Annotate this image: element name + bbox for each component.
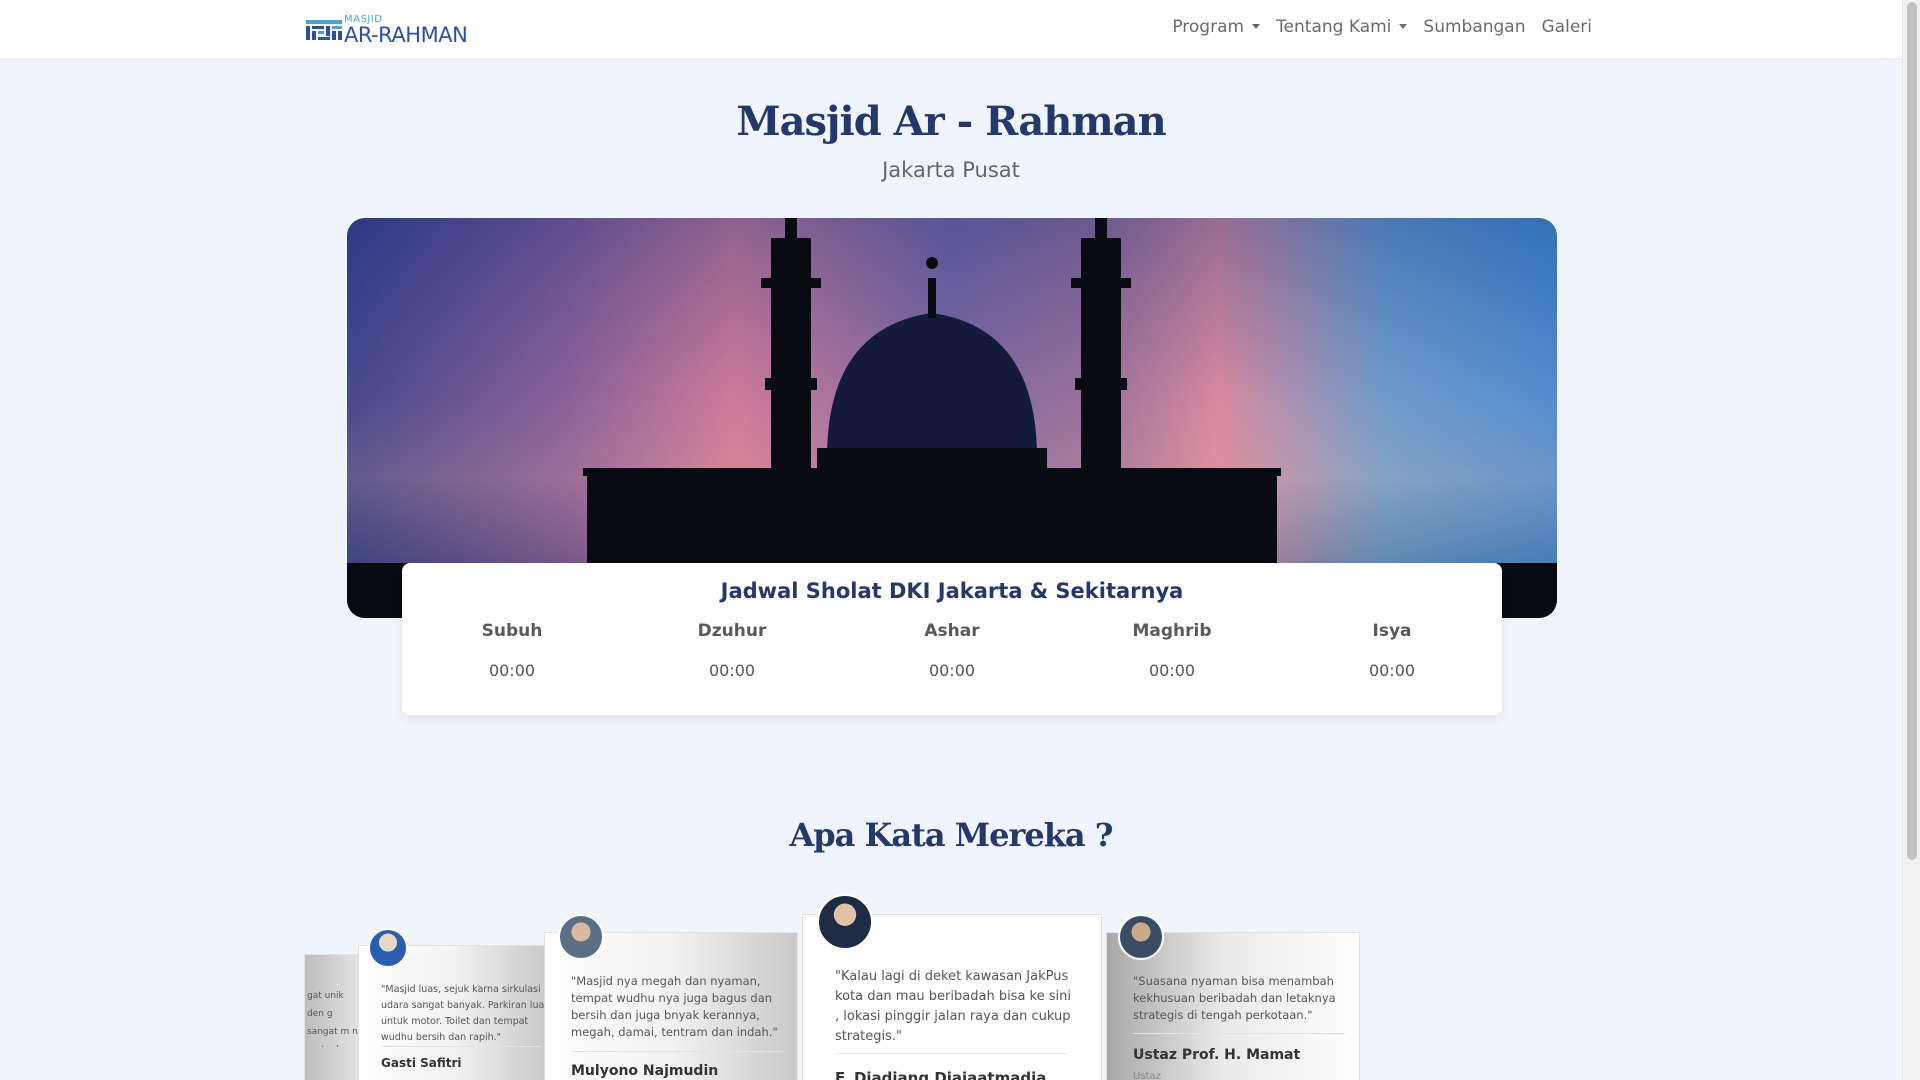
- nav-program[interactable]: Program: [1172, 17, 1261, 37]
- testimonial-quote: "Kalau lagi di deket kawasan JakPus kota…: [835, 969, 1071, 1044]
- prayer-ashar: Ashar 00:00: [842, 621, 1062, 680]
- nav-tentang-kami-label: Tentang Kami: [1276, 17, 1392, 37]
- testimonial-divider: [835, 1053, 1067, 1054]
- prayer-schedule-title: Jadwal Sholat DKI Jakarta & Sekitarnya: [720, 579, 1184, 603]
- testimonial-name: Mulyono Najmudin: [571, 1063, 719, 1079]
- prayer-name: Ashar: [924, 621, 980, 641]
- avatar: [817, 894, 873, 950]
- testimonial-divider: [1133, 1033, 1345, 1034]
- nav-sumbangan[interactable]: Sumbangan: [1423, 17, 1525, 37]
- hero-image: [347, 218, 1557, 618]
- prayer-name: Maghrib: [1132, 621, 1212, 641]
- page-scrollbar[interactable]: [1902, 0, 1920, 1080]
- chevron-down-icon: [1399, 24, 1408, 29]
- page-subtitle: Jakarta Pusat: [882, 158, 1020, 182]
- testimonial-quote: "Masjid nya megah dan nyaman, tempat wud…: [571, 974, 778, 1039]
- prayer-time: 00:00: [708, 661, 756, 680]
- prayer-times-row: Subuh 00:00 Dzuhur 00:00 Ashar 00:00 Mag…: [402, 621, 1502, 680]
- testimonial-name: Gasti Safitri: [381, 1056, 462, 1070]
- testimonial-role: Ustaz: [1133, 1071, 1161, 1080]
- prayer-subuh: Subuh 00:00: [402, 621, 622, 680]
- prayer-maghrib: Maghrib 00:00: [1062, 621, 1282, 680]
- chevron-down-icon: [1252, 24, 1261, 29]
- testimonial-quote: "Masjid luas, sejuk karna sirkulasi udar…: [381, 984, 545, 1043]
- prayer-schedule-card: Jadwal Sholat DKI Jakarta & Sekitarnya S…: [402, 563, 1502, 715]
- nav-program-label: Program: [1172, 17, 1245, 37]
- testimonial-name: F. Djadjang Djajaatmadja: [835, 1069, 1047, 1080]
- page-title: Masjid Ar - Rahman: [736, 98, 1166, 145]
- scrollbar-thumb[interactable]: [1907, 2, 1917, 860]
- nav-links: Program Tentang Kami Sumbangan Galeri: [1172, 17, 1592, 37]
- avatar: [558, 914, 604, 960]
- testimonials-carousel[interactable]: gat unik den g sangat m n" mata der yany…: [304, 890, 1604, 1080]
- testimonials-title: Apa Kata Mereka ?: [789, 816, 1113, 854]
- logo-mark-icon: [306, 20, 342, 40]
- logo-big-text: AR-RAHMAN: [344, 23, 468, 47]
- prayer-time: 00:00: [928, 661, 976, 680]
- prayer-time: 00:00: [488, 661, 536, 680]
- nav-galeri[interactable]: Galeri: [1542, 17, 1593, 37]
- avatar: [368, 928, 408, 968]
- prayer-time: 00:00: [1368, 661, 1416, 680]
- testimonial-name: Ustaz Prof. H. Mamat: [1133, 1047, 1301, 1063]
- prayer-time: 00:00: [1148, 661, 1196, 680]
- prayer-name: Dzuhur: [697, 621, 767, 641]
- navbar: MASJID AR-RAHMAN Program Tentang Kami Su…: [0, 0, 1902, 58]
- prayer-name: Isya: [1372, 621, 1412, 641]
- logo[interactable]: MASJID AR-RAHMAN: [306, 14, 476, 47]
- nav-tentang-kami[interactable]: Tentang Kami: [1276, 17, 1408, 37]
- testimonial-quote: "Suasana nyaman bisa menambah kekhusuan …: [1133, 974, 1336, 1022]
- testimonial-divider: [381, 1046, 541, 1047]
- testimonial-divider: [571, 1051, 783, 1052]
- testimonial-quote: gat unik den g sangat m n" mata der yany…: [307, 991, 362, 1047]
- prayer-dzuhur: Dzuhur 00:00: [622, 621, 842, 680]
- mosque-silhouette-icon: [347, 218, 1557, 618]
- testimonial-card[interactable]: gat unik den g sangat m n" mata der yany…: [304, 954, 364, 1080]
- prayer-isya: Isya 00:00: [1282, 621, 1502, 680]
- prayer-name: Subuh: [481, 621, 543, 641]
- avatar: [1118, 914, 1164, 960]
